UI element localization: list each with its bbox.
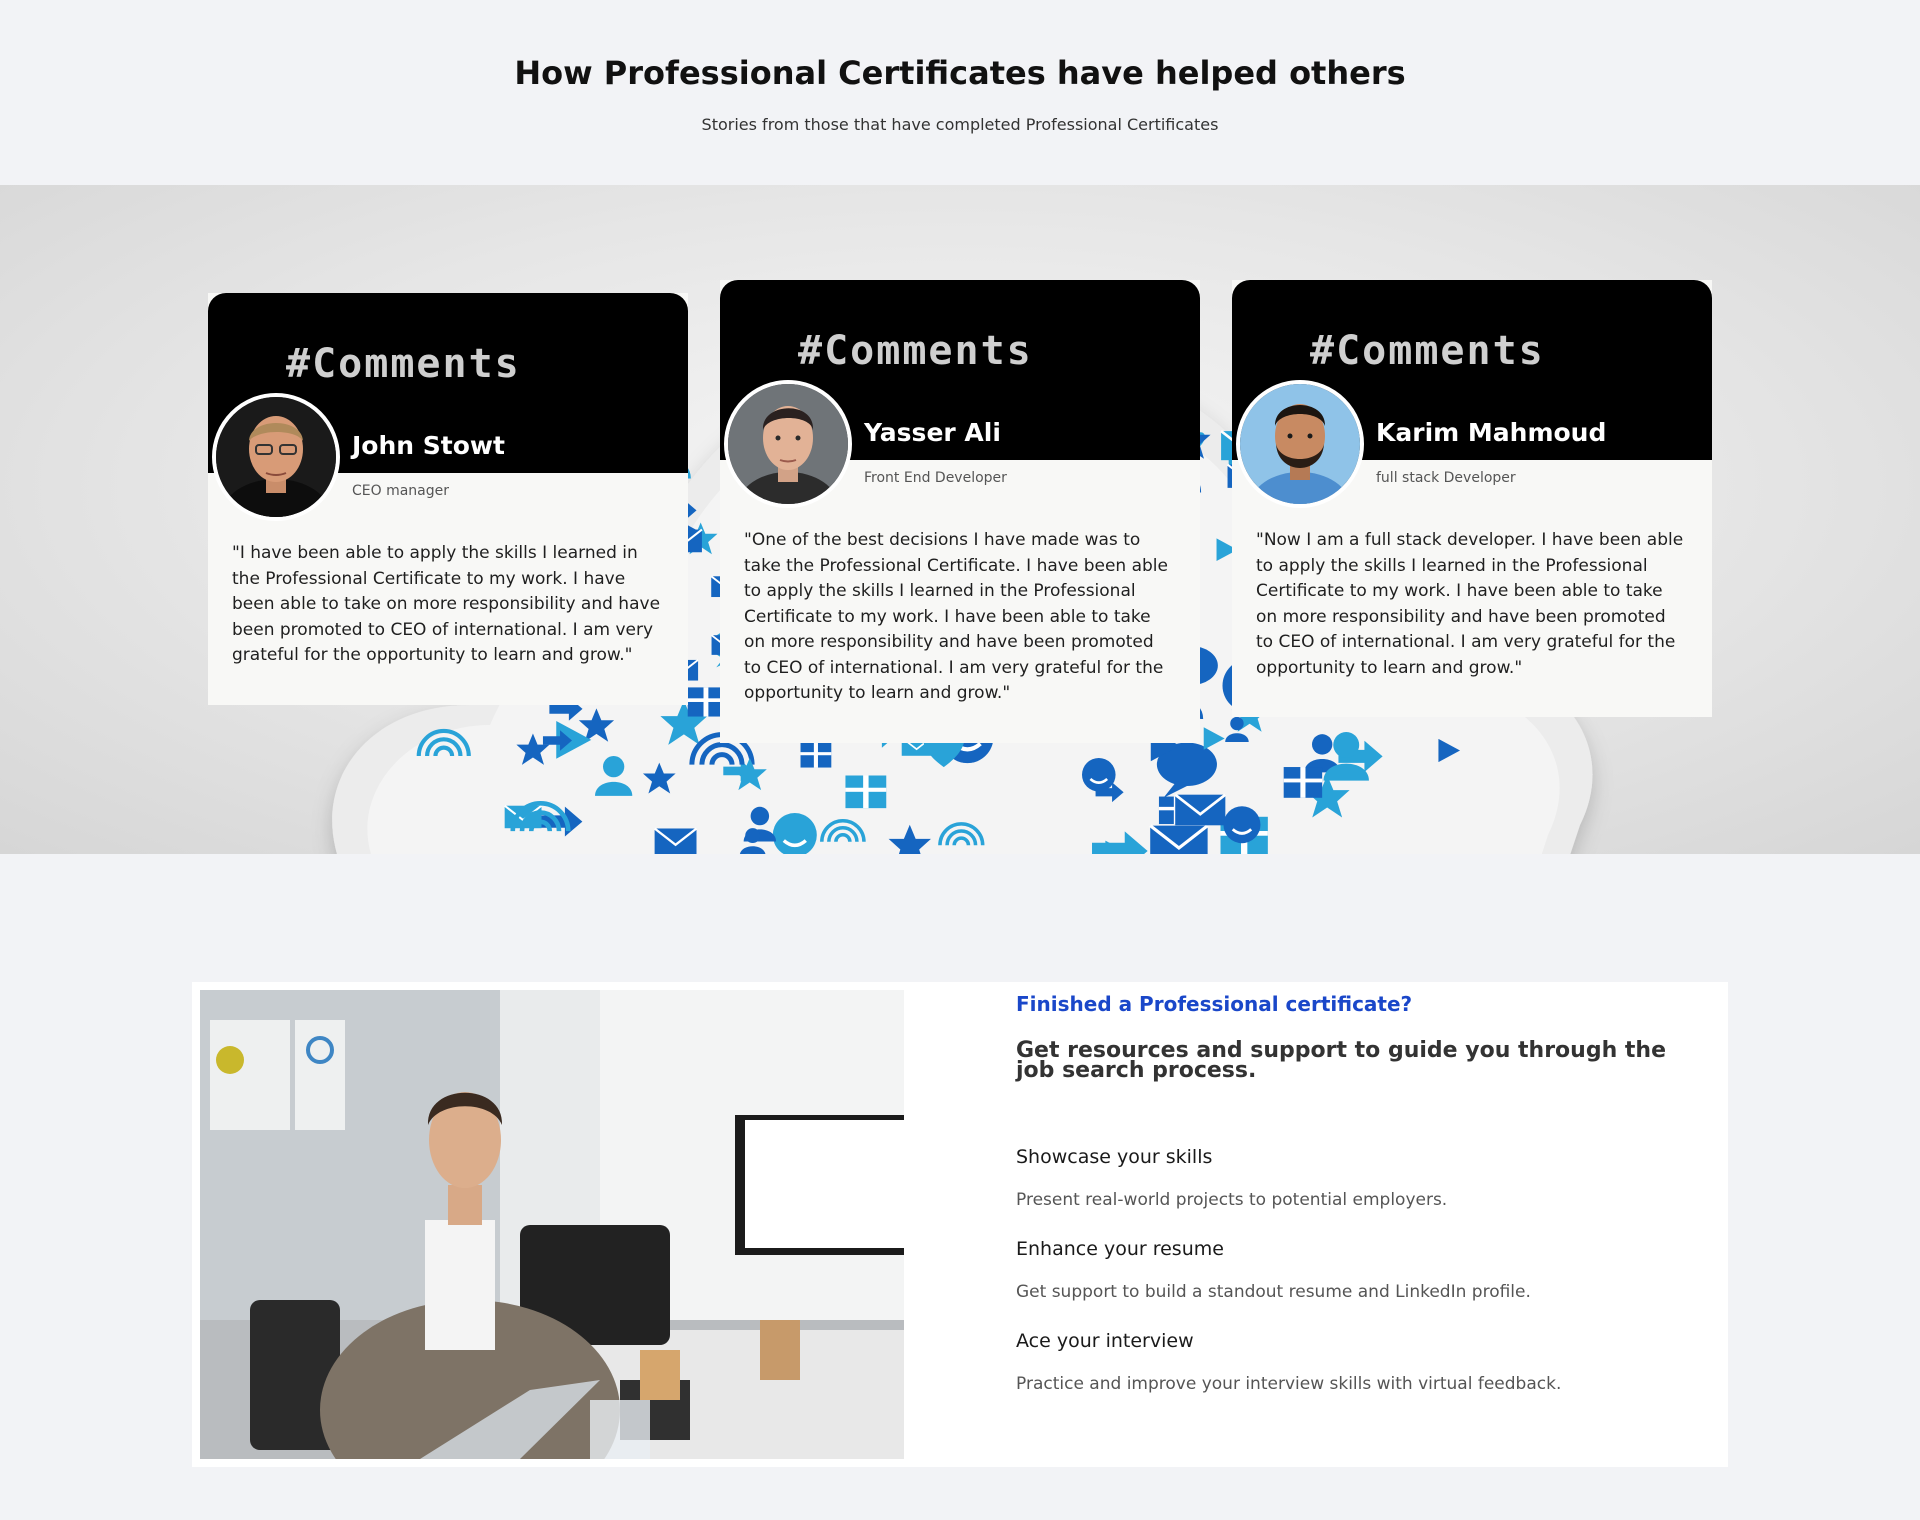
section-title: How Professional Certificates have helpe… [514, 54, 1406, 92]
resources-heading: Get resources and support to guide you t… [1016, 1038, 1666, 1083]
office-photo-image [200, 990, 904, 1459]
smiley-icon [1082, 757, 1116, 792]
avatar-yasser-ali-icon [728, 384, 848, 504]
testimonials-band: #Comments John Stowt CEO manager "I have… [0, 185, 1920, 854]
section-subtitle: Stories from those that have completed P… [701, 115, 1219, 134]
feature-title-showcase-skills: Showcase your skills [1016, 1146, 1213, 1168]
gift-icon [1283, 767, 1323, 798]
testimonial-role: Front End Developer [864, 470, 1007, 486]
avatar [724, 380, 852, 508]
card-header: #Comments John Stowt [208, 293, 688, 521]
testimonial-role: CEO manager [352, 483, 450, 499]
testimonial-name: Karim Mahmoud [1376, 418, 1607, 447]
card-header: #Comments Karim Mahmoud [1232, 280, 1712, 508]
feature-desc-enhance-resume: Get support to build a standout resume a… [1016, 1282, 1531, 1302]
avatar-karim-mahmoud-icon [1240, 384, 1360, 504]
testimonial-name: Yasser Ali [864, 418, 1001, 447]
smiley-icon [1223, 806, 1261, 844]
card-header: #Comments Yasser Ali [720, 280, 1200, 508]
gift-icon [845, 775, 887, 809]
resources-kicker: Finished a Professional certificate? [1016, 992, 1413, 1016]
testimonial-role: full stack Developer [1376, 470, 1516, 486]
envelope-icon [653, 827, 698, 854]
office-photo [200, 990, 904, 1459]
comments-tag: #Comments [798, 328, 1033, 374]
feature-title-ace-interview: Ace your interview [1016, 1330, 1194, 1352]
envelope-icon [1174, 793, 1227, 826]
envelope-icon [1149, 824, 1209, 854]
feature-title-enhance-resume: Enhance your resume [1016, 1238, 1224, 1260]
comments-tag: #Comments [286, 341, 521, 387]
feature-desc-showcase-skills: Present real-world projects to potential… [1016, 1190, 1448, 1210]
testimonial-card-yasser-ali: #Comments Yasser Ali Front End Developer… [720, 280, 1200, 743]
feature-desc-ace-interview: Practice and improve your interview skil… [1016, 1374, 1562, 1394]
testimonials-header: How Professional Certificates have helpe… [0, 0, 1920, 185]
avatar [212, 393, 340, 521]
gift-icon [800, 742, 832, 768]
testimonial-card-john-stowt: #Comments John Stowt CEO manager "I have… [208, 293, 688, 705]
job-resources-panel: Finished a Professional certificate? Get… [192, 982, 1728, 1467]
avatar [1236, 380, 1364, 508]
avatar-john-stowt-icon [216, 397, 336, 517]
gift-icon [687, 687, 725, 717]
testimonial-name: John Stowt [352, 431, 505, 460]
comments-tag: #Comments [1310, 328, 1545, 374]
testimonial-card-karim-mahmoud: #Comments Karim Mahmoud full stack Devel… [1232, 280, 1712, 717]
